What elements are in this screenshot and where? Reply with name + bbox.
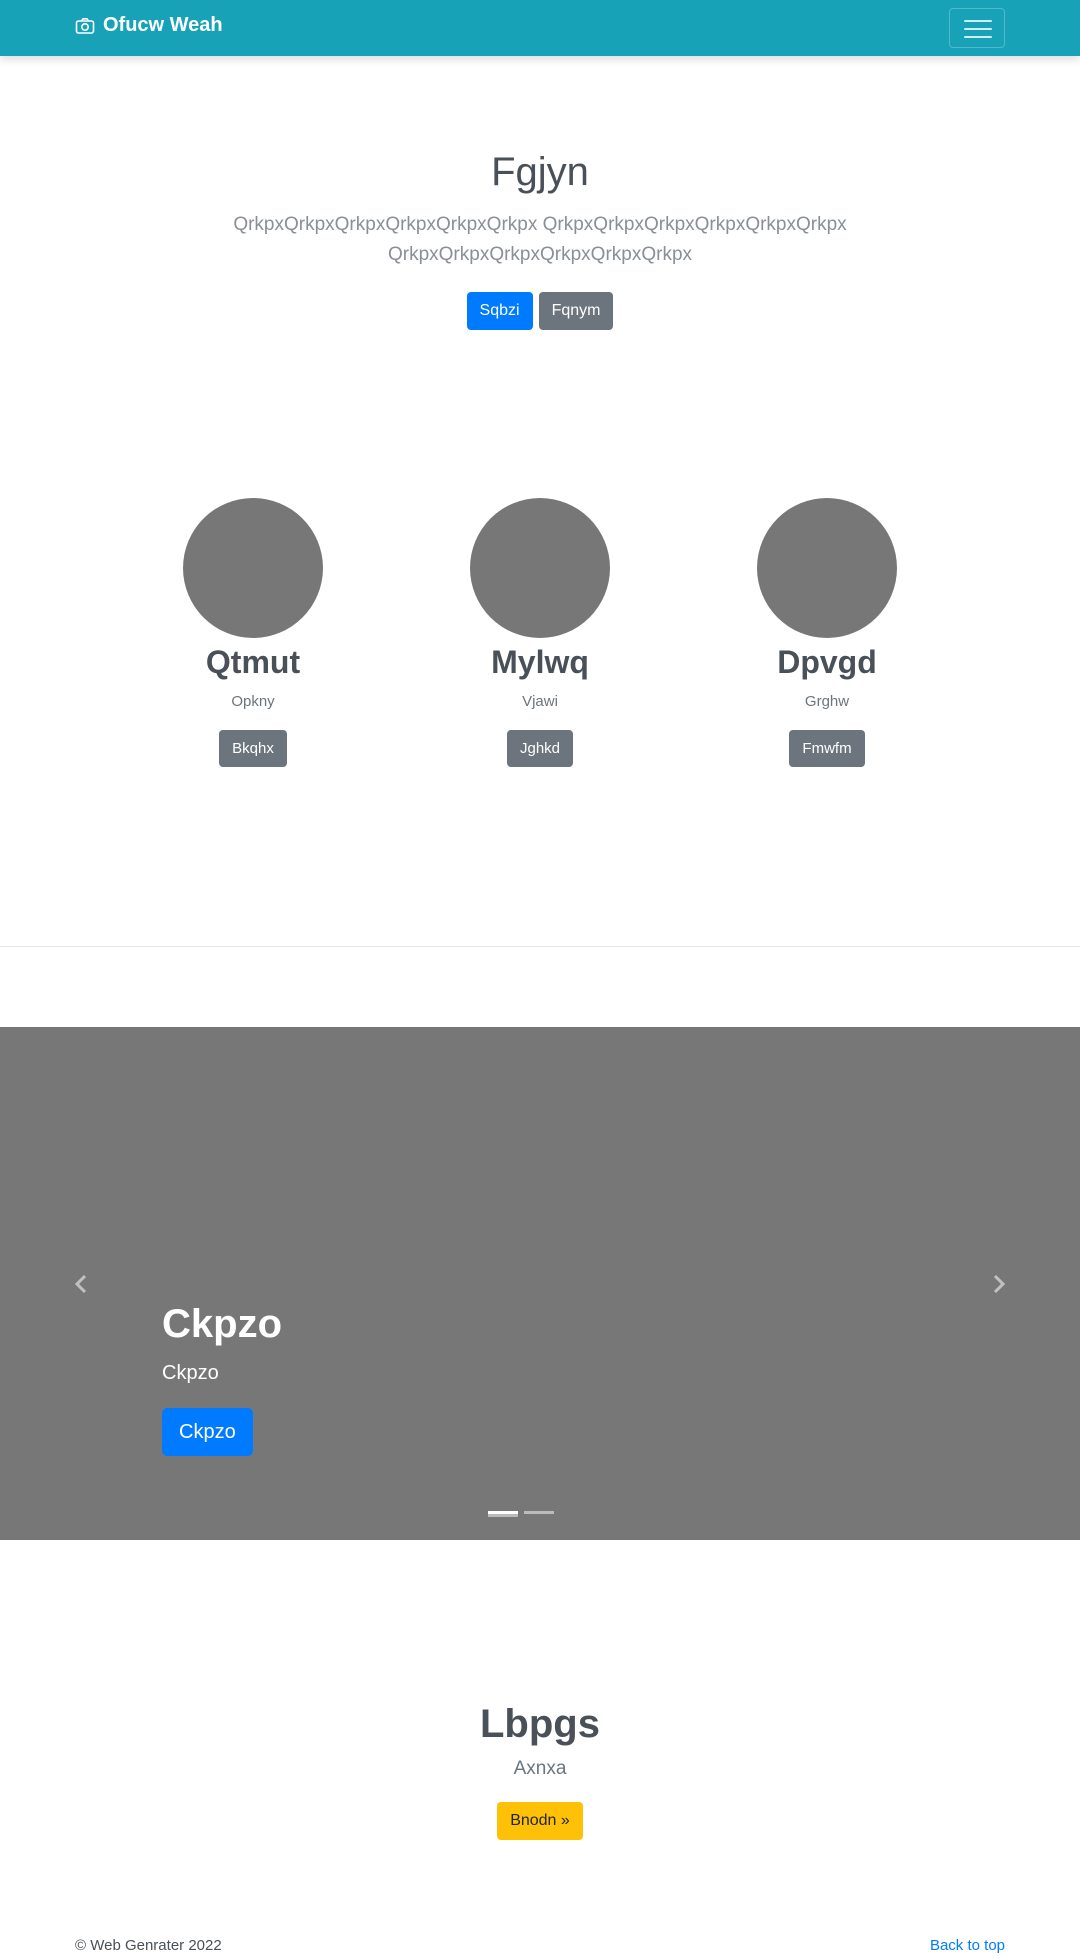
footer-copyright: © Web Genrater 2022 bbox=[75, 1937, 222, 1954]
section-divider bbox=[0, 946, 1080, 947]
hero-primary-button[interactable]: Sqbzi bbox=[466, 292, 533, 330]
member-button[interactable]: Jghkd bbox=[506, 730, 574, 767]
navbar: Ofucw Weah bbox=[0, 0, 1080, 56]
hero-button-group: Sqbzi Fqnym bbox=[0, 292, 1080, 330]
carousel-caption: Ckpzo Ckpzo Ckpzo bbox=[162, 1300, 282, 1456]
chevron-left-icon bbox=[74, 1274, 87, 1294]
navbar-toggler-button[interactable] bbox=[949, 8, 1005, 48]
carousel-heading: Ckpzo bbox=[162, 1302, 282, 1346]
carousel-indicators bbox=[488, 1511, 592, 1517]
promo-subtitle: Axnxa bbox=[513, 1758, 567, 1779]
carousel-next-button[interactable] bbox=[986, 1272, 1010, 1296]
avatar-placeholder bbox=[470, 498, 610, 638]
brand-name: Ofucw Weah bbox=[103, 14, 223, 36]
avatar-placeholder bbox=[183, 498, 323, 638]
chevron-right-icon bbox=[993, 1274, 1006, 1294]
camera-icon bbox=[75, 16, 95, 36]
carousel-cta-button[interactable]: Ckpzo bbox=[162, 1408, 253, 1456]
avatar-placeholder bbox=[757, 498, 897, 638]
member-button[interactable]: Bkqhx bbox=[219, 730, 287, 767]
carousel: Ckpzo Ckpzo Ckpzo bbox=[0, 1027, 1080, 1540]
member-role: Grghw bbox=[804, 693, 850, 710]
hero-title: Fgjyn bbox=[491, 150, 589, 194]
promo-button[interactable]: Bnodn » bbox=[497, 1802, 583, 1840]
team-member-card: Dpvgd Grghw Fmwfm bbox=[677, 498, 977, 767]
hero-lead-text: QrkpxQrkpxQrkpxQrkpxQrkpxQrkpx QrkpxQrkp… bbox=[233, 214, 847, 265]
member-button[interactable]: Fmwfm bbox=[789, 730, 865, 767]
promo-title: Lbpgs bbox=[480, 1702, 600, 1746]
carousel-indicator[interactable] bbox=[524, 1511, 554, 1514]
carousel-prev-button[interactable] bbox=[70, 1272, 94, 1296]
team-member-card: Qtmut Opkny Bkqhx bbox=[103, 498, 403, 767]
brand-link[interactable]: Ofucw Weah bbox=[75, 14, 223, 37]
carousel-indicator[interactable] bbox=[488, 1514, 518, 1517]
member-name: Mylwq bbox=[491, 644, 589, 680]
member-role: Opkny bbox=[231, 693, 275, 710]
member-name: Dpvgd bbox=[777, 644, 877, 680]
back-to-top-link[interactable]: Back to top bbox=[930, 1937, 1005, 1954]
member-role: Vjawi bbox=[522, 693, 558, 710]
promo-button-wrap: Bnodn » bbox=[0, 1802, 1080, 1840]
hamburger-menu-icon bbox=[964, 20, 992, 38]
hero-secondary-button[interactable]: Fqnym bbox=[538, 292, 614, 330]
member-name: Qtmut bbox=[205, 644, 301, 680]
team-member-card: Mylwq Vjawi Jghkd bbox=[390, 498, 690, 767]
carousel-text: Ckpzo bbox=[162, 1362, 219, 1384]
